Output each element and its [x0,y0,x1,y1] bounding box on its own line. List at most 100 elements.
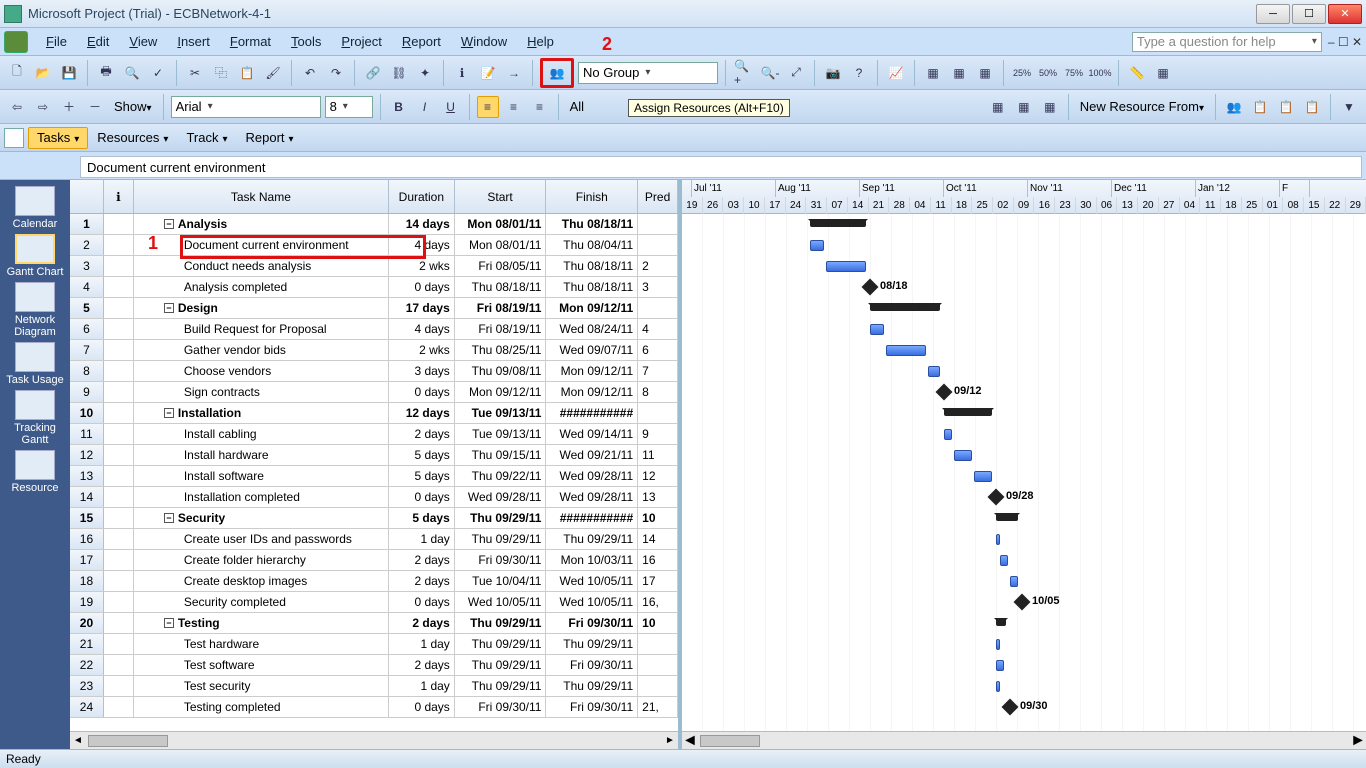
sidebar-task-usage[interactable]: Task Usage [3,342,67,386]
minus-icon[interactable]: － [84,96,106,118]
gantt-bar[interactable] [928,366,940,377]
menu-report[interactable]: Report [392,31,451,52]
gantt-bar[interactable] [886,345,926,356]
sidebar-gantt-chart[interactable]: Gantt Chart [3,234,67,278]
print-preview-icon[interactable]: 🔍 [121,62,143,84]
menu-file[interactable]: File [36,31,77,52]
gantt-bar[interactable] [996,660,1004,671]
table-row[interactable]: 22Test software2 daysThu 09/29/11Fri 09/… [70,655,678,676]
tasks-pane-icon[interactable] [4,128,24,148]
gantt-bar[interactable] [1000,555,1008,566]
menu-view[interactable]: View [119,31,167,52]
italic-icon[interactable]: I [414,96,436,118]
paste-icon[interactable]: 📋 [236,62,258,84]
gantt-milestone[interactable] [1014,594,1031,611]
gantt-milestone[interactable] [862,279,879,296]
help-icon[interactable]: ? [848,62,870,84]
table-row[interactable]: 15−Security5 daysThu 09/29/11###########… [70,508,678,529]
notes-icon[interactable]: 📝 [477,62,499,84]
zoom-75-icon[interactable]: 75% [1063,62,1085,84]
font-size-select[interactable]: 8 [325,96,373,118]
office-icon[interactable] [4,31,28,53]
table-row[interactable]: 9Sign contracts0 daysMon 09/12/11Mon 09/… [70,382,678,403]
zoom-fit-icon[interactable]: ⤢ [785,62,807,84]
col-duration[interactable]: Duration [389,180,455,213]
gantt-bar[interactable] [974,471,992,482]
misc3-icon[interactable]: ▦ [974,62,996,84]
zoom-100-icon[interactable]: 100% [1089,62,1111,84]
res2-icon[interactable]: 📋 [1249,96,1271,118]
table-row[interactable]: 24Testing completed0 daysFri 09/30/11Fri… [70,697,678,718]
misc2-icon[interactable]: ▦ [948,62,970,84]
group-filter-select[interactable]: No Group [578,62,718,84]
col-info[interactable]: ℹ [104,180,134,213]
align-right-icon[interactable]: ≡ [529,96,551,118]
prev-icon[interactable]: ⇦ [6,96,28,118]
font-select[interactable]: Arial [171,96,321,118]
table-row[interactable]: 10−Installation12 daysTue 09/13/11######… [70,403,678,424]
redo-icon[interactable]: ↷ [325,62,347,84]
gantt-bar[interactable] [944,429,952,440]
table-row[interactable]: 2Document current environment4 daysMon 0… [70,235,678,256]
zoom-25-icon[interactable]: 25% [1011,62,1033,84]
zoom-50-icon[interactable]: 50% [1037,62,1059,84]
goto-icon[interactable]: → [503,62,525,84]
gantt-bar[interactable] [826,261,866,272]
maximize-button[interactable] [1292,4,1326,24]
table-row[interactable]: 3Conduct needs analysis2 wksFri 08/05/11… [70,256,678,277]
table-row[interactable]: 8Choose vendors3 daysThu 09/08/11Mon 09/… [70,361,678,382]
gantt-bar[interactable] [1010,576,1018,587]
sidebar-resource[interactable]: Resource [3,450,67,494]
print-icon[interactable]: 🖶 [95,62,117,84]
unlink-icon[interactable]: ⛓ [388,62,410,84]
zoom-out-icon[interactable]: 🔍- [759,62,781,84]
new-icon[interactable]: 🗋 [6,62,28,84]
sidebar-tracking-gantt[interactable]: Tracking Gantt [3,390,67,446]
col-finish[interactable]: Finish [546,180,638,213]
table-row[interactable]: 17Create folder hierarchy2 daysFri 09/30… [70,550,678,571]
underline-icon[interactable]: U [440,96,462,118]
table-row[interactable]: 16Create user IDs and passwords1 dayThu … [70,529,678,550]
table-row[interactable]: 20−Testing2 daysThu 09/29/11Fri 09/30/11… [70,613,678,634]
table-row[interactable]: 19Security completed0 daysWed 10/05/11We… [70,592,678,613]
save-icon[interactable]: 💾 [58,62,80,84]
misc1-icon[interactable]: ▦ [922,62,944,84]
tab-report[interactable]: Report [237,127,303,149]
split-icon[interactable]: ✦ [414,62,436,84]
link-icon[interactable]: 🔗 [362,62,384,84]
table-row[interactable]: 7Gather vendor bids2 wksThu 08/25/11Wed … [70,340,678,361]
cut-icon[interactable]: ✂ [184,62,206,84]
menu-window[interactable]: Window [451,31,517,52]
undo-icon[interactable]: ↶ [299,62,321,84]
res4-icon[interactable]: 📋 [1301,96,1323,118]
gantt-milestone[interactable] [988,489,1005,506]
table3-icon[interactable]: ▦ [1039,96,1061,118]
table-row[interactable]: 21Test hardware1 dayThu 09/29/11Thu 09/2… [70,634,678,655]
gantt-body[interactable]: 08/1809/1209/2810/0509/30 [682,214,1366,731]
open-icon[interactable]: 📂 [32,62,54,84]
minimize-button[interactable] [1256,4,1290,24]
zoom-in-icon[interactable]: 🔍+ [733,62,755,84]
table-row[interactable]: 12Install hardware5 daysThu 09/15/11Wed … [70,445,678,466]
res3-icon[interactable]: 📋 [1275,96,1297,118]
copy-picture-icon[interactable]: 📷 [822,62,844,84]
plus-icon[interactable]: ＋ [58,96,80,118]
info-icon[interactable]: ℹ [451,62,473,84]
table-row[interactable]: 1−Analysis14 daysMon 08/01/11Thu 08/18/1… [70,214,678,235]
chart-icon[interactable]: 📈 [885,62,907,84]
table-row[interactable]: 11Install cabling2 daysTue 09/13/11Wed 0… [70,424,678,445]
assign-resources-button[interactable]: 👥 [540,58,574,88]
gantt-bar[interactable] [996,513,1018,521]
bold-icon[interactable]: B [388,96,410,118]
tab-tasks[interactable]: Tasks [28,127,88,149]
sidebar-network-diagram[interactable]: Network Diagram [3,282,67,338]
menu-format[interactable]: Format [220,31,281,52]
task-name-entry[interactable]: Document current environment [80,156,1362,178]
gantt-bar[interactable] [996,639,1000,650]
menu-insert[interactable]: Insert [167,31,220,52]
table-row[interactable]: 18Create desktop images2 daysTue 10/04/1… [70,571,678,592]
col-predecessors[interactable]: Pred [638,180,678,213]
align-center-icon[interactable]: ≡ [503,96,525,118]
sidebar-calendar[interactable]: Calendar [3,186,67,230]
doc-window-controls[interactable]: – ☐ ✕ [1328,35,1362,49]
